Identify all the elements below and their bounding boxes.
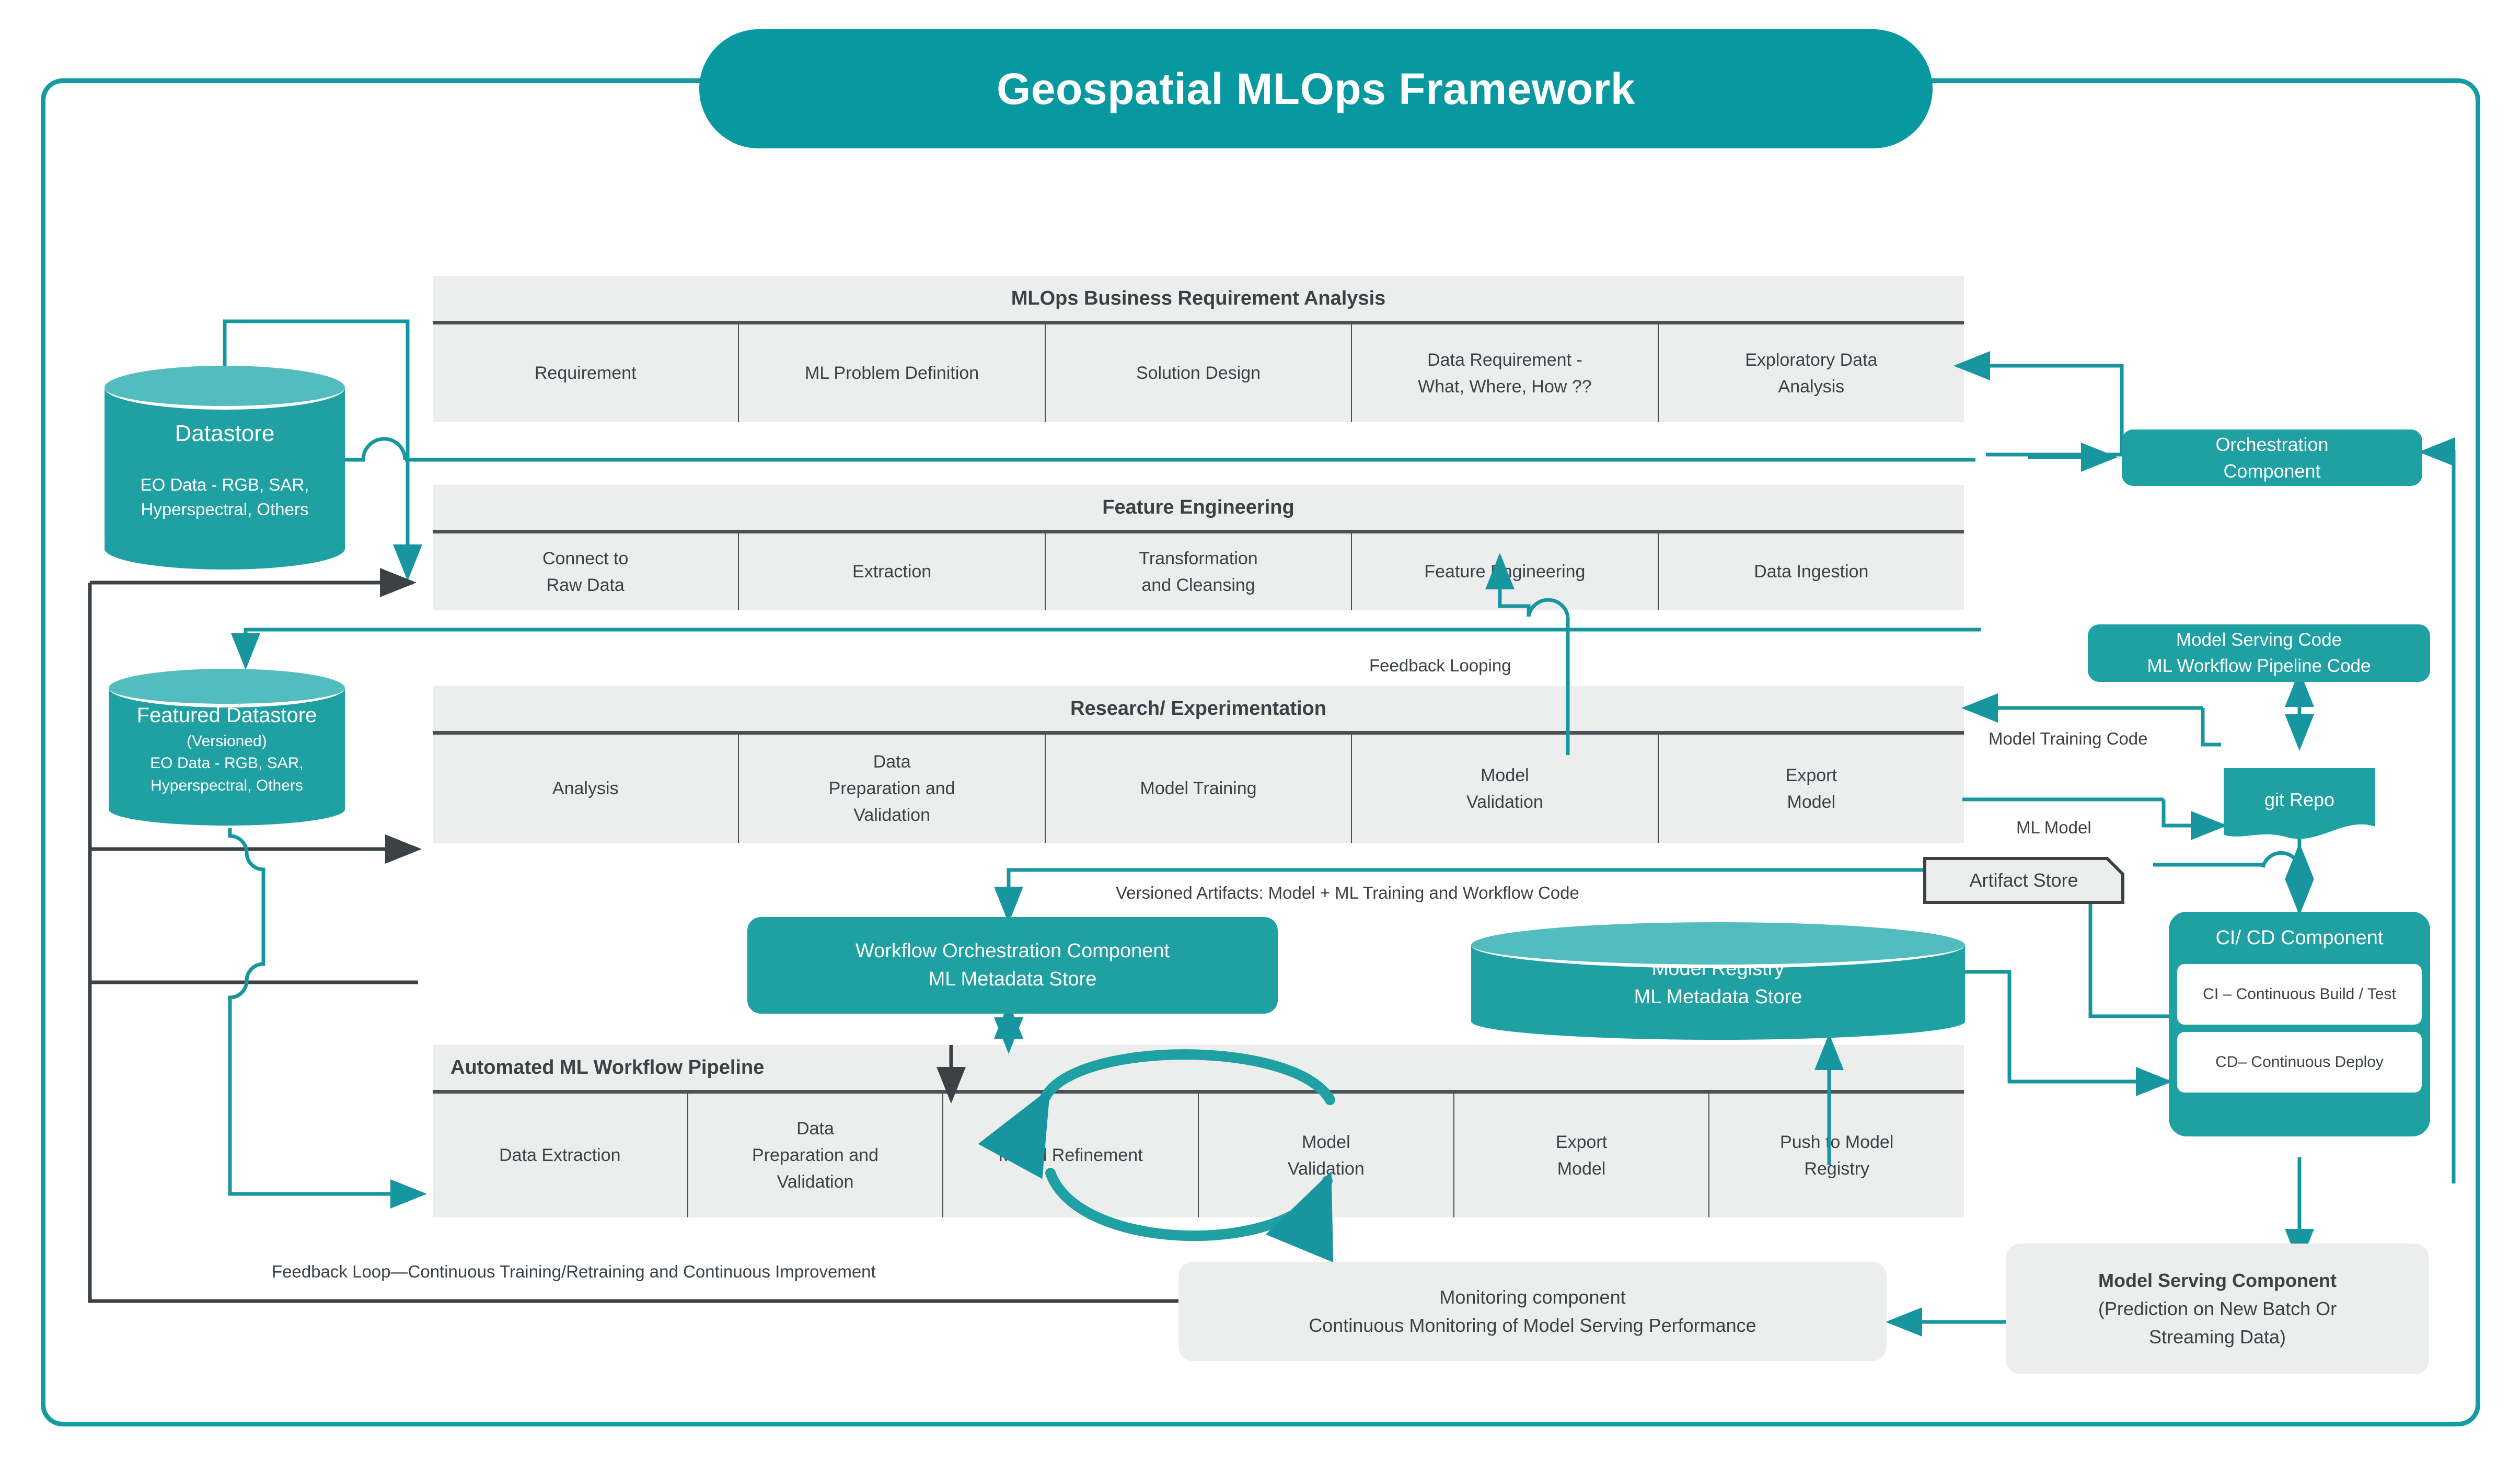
diagram-title-banner: Geospatial MLOps Framework	[699, 29, 1933, 148]
featured-datastore-line2: EO Data - RGB, SAR,	[150, 754, 304, 772]
workflow-orchestration-box[interactable]: Workflow Orchestration Component ML Meta…	[747, 917, 1278, 1014]
cicd-ci-label: CI – Continuous Build / Test	[2203, 985, 2396, 1003]
model-serving-component-line3: Streaming Data)	[2148, 1326, 2286, 1348]
monitoring-component-box[interactable]: Monitoring component Continuous Monitori…	[1178, 1262, 1887, 1361]
monitoring-line1: Monitoring component	[1439, 1286, 1626, 1308]
cicd-title: CI/ CD Component	[2215, 927, 2384, 949]
cylinder-top-ellipse	[109, 669, 345, 707]
datastore-title: Datastore	[175, 420, 275, 446]
cylinder-bottom-ellipse	[1471, 1003, 1965, 1040]
label-ml-model: ML Model	[2016, 818, 2091, 837]
cylinder-top-ellipse	[105, 366, 345, 410]
cicd-ci-row[interactable]: CI – Continuous Build / Test	[2177, 963, 2422, 1025]
monitoring-line2: Continuous Monitoring of Model Serving P…	[1309, 1315, 1756, 1336]
artifact-store-label: Artifact Store	[1969, 869, 2078, 891]
page-title: Geospatial MLOps Framework	[997, 64, 1635, 113]
model-serving-code-line2: ML Workflow Pipeline Code	[2147, 656, 2371, 676]
datastore-line1: EO Data - RGB, SAR,	[140, 475, 309, 495]
model-serving-component-line1: Model Serving Component	[2098, 1270, 2337, 1291]
artifact-store-note[interactable]: Artifact Store	[1923, 857, 2124, 904]
git-repo-shape[interactable]: git Repo	[2224, 768, 2375, 841]
cylinder-bottom-ellipse	[105, 528, 345, 570]
orchestration-line1: Orchestration	[2215, 433, 2329, 455]
cylinder-bottom-ellipse	[109, 793, 345, 826]
model-serving-code-line1: Model Serving Code	[2176, 630, 2342, 651]
orchestration-component-box[interactable]: Orchestration Component	[2122, 429, 2422, 486]
model-serving-component-box[interactable]: Model Serving Component (Prediction on N…	[2006, 1244, 2429, 1374]
diagram-canvas: Geospatial MLOps Framework MLOps Busines…	[0, 0, 2520, 1463]
model-serving-code-box[interactable]: Model Serving Code ML Workflow Pipeline …	[2088, 624, 2430, 682]
label-model-training-code: Model Training Code	[1989, 729, 2148, 748]
git-repo-label: git Repo	[2264, 789, 2335, 810]
workflow-orchestration-line1: Workflow Orchestration Component	[855, 939, 1170, 962]
cicd-cd-row[interactable]: CD– Continuous Deploy	[2177, 1031, 2422, 1093]
label-versioned-artifacts: Versioned Artifacts: Model + ML Training…	[1116, 883, 1579, 902]
cylinder-top-ellipse	[1471, 922, 1965, 968]
orchestration-line2: Component	[2223, 460, 2321, 482]
datastore-line2: Hyperspectral, Others	[141, 500, 309, 519]
label-feedback-looping: Feedback Looping	[1369, 656, 1511, 675]
featured-datastore-line1: (Versioned)	[187, 732, 267, 750]
featured-datastore-cylinder[interactable]: Featured Datastore (Versioned) EO Data -…	[109, 669, 345, 826]
cicd-cd-label: CD– Continuous Deploy	[2215, 1053, 2384, 1071]
cicd-component-box[interactable]: CI/ CD Component CI – Continuous Build /…	[2169, 912, 2430, 1136]
model-serving-component-line2: (Prediction on New Batch Or	[2098, 1298, 2337, 1319]
workflow-orchestration-line2: ML Metadata Store	[928, 968, 1097, 990]
label-feedback-loop-bottom: Feedback Loop—Continuous Training/Retrai…	[272, 1262, 876, 1281]
model-registry-cylinder[interactable]: Model Registry ML Metadata Store	[1471, 922, 1965, 1040]
datastore-cylinder[interactable]: Datastore EO Data - RGB, SAR, Hyperspect…	[105, 366, 345, 570]
